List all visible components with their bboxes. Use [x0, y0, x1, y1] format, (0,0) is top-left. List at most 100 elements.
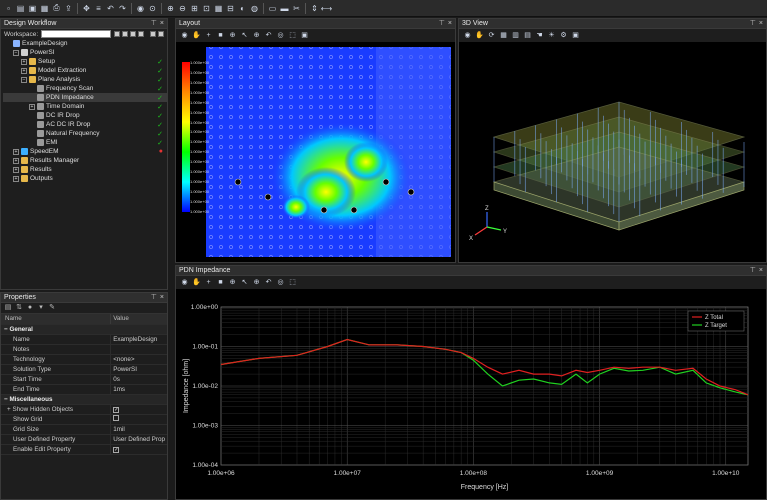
property-value-cell[interactable]	[110, 344, 167, 355]
zoom-icon[interactable]: ⊕	[228, 278, 237, 287]
zoom-fit-icon[interactable]: ⊡	[201, 3, 212, 14]
layers-icon[interactable]: ≡	[93, 3, 104, 14]
zoom-fit-icon[interactable]: ◎	[276, 278, 285, 287]
property-value-cell[interactable]: ExampleDesign	[110, 334, 167, 345]
pan-icon[interactable]: ✋	[192, 278, 201, 287]
stop-icon[interactable]: ■	[216, 31, 225, 40]
pin-icon[interactable]: ⊤	[439, 19, 445, 29]
property-category[interactable]: − Miscellaneous	[1, 394, 167, 405]
property-row[interactable]: Show Grid	[1, 414, 167, 425]
rotate-icon[interactable]: ⟳	[487, 31, 496, 40]
tree-item[interactable]: + Outputs	[3, 174, 167, 183]
property-value-cell[interactable]	[110, 414, 167, 425]
property-row[interactable]: Name ExampleDesign	[1, 334, 167, 345]
close-icon[interactable]: ×	[759, 19, 763, 29]
tree-item[interactable]: + Results	[3, 165, 167, 174]
property-row[interactable]: Solution Type PowerSI	[1, 364, 167, 375]
alphabetical-icon[interactable]: ⇅	[15, 304, 23, 312]
workspace-open-icon[interactable]	[122, 31, 128, 37]
expand-icon[interactable]: +	[13, 166, 19, 173]
tree-item[interactable]: Frequency Scan ✓	[3, 84, 167, 93]
zoom-prev-icon[interactable]: ↶	[264, 31, 273, 40]
property-value-cell[interactable]: 0s	[110, 374, 167, 385]
property-row[interactable]: Notes	[1, 344, 167, 355]
pdn-chart-area[interactable]: 1.00e+06 1.00e+07 1.00e+08 1.00e+09 1.00e+10…	[176, 289, 766, 499]
pin-icon[interactable]: ⊤	[750, 266, 756, 276]
collapse-icon[interactable]: −	[21, 76, 27, 83]
select-icon[interactable]: ◍	[249, 3, 260, 14]
property-value-cell[interactable]: PowerSI	[110, 364, 167, 375]
expand-icon[interactable]: +	[13, 157, 19, 164]
pencil-icon[interactable]: ✎	[48, 304, 56, 312]
property-checkbox[interactable]: ✓	[113, 446, 120, 453]
redo-icon[interactable]: ↷	[117, 3, 128, 14]
property-value-cell[interactable]: 1mil	[110, 424, 167, 435]
zoom-out-icon[interactable]: ⊖	[177, 3, 188, 14]
close-icon[interactable]: ×	[160, 293, 164, 303]
zoom-fit-icon[interactable]: ◎	[276, 31, 285, 40]
property-value-cell[interactable]: User Defined Prop	[110, 434, 167, 445]
zoom-window-icon[interactable]: ⬚	[288, 278, 297, 287]
property-category[interactable]: − General	[1, 324, 167, 335]
camera-icon[interactable]: ▣	[571, 31, 580, 40]
zoom-window-icon[interactable]: ⬚	[288, 31, 297, 40]
export-icon[interactable]: ⇪	[63, 3, 74, 14]
property-value-cell[interactable]: ✓	[110, 444, 167, 455]
workspace-settings-icon[interactable]	[150, 31, 156, 37]
add-icon[interactable]: +	[204, 31, 213, 40]
cross-probe-icon[interactable]: ✂	[291, 3, 302, 14]
view3d-canvas[interactable]: Z Y X	[459, 42, 766, 262]
pin-icon[interactable]: ⊤	[750, 19, 756, 29]
categorized-icon[interactable]: ▤	[4, 304, 12, 312]
pan-icon[interactable]: ▬	[279, 3, 290, 14]
save-all-icon[interactable]: ▦	[39, 3, 50, 14]
tree-item[interactable]: − Plane Analysis ✓	[3, 75, 167, 84]
fit-all-icon[interactable]: ▣	[300, 31, 309, 40]
new-icon[interactable]: ▫	[3, 3, 14, 14]
zoom-in-icon[interactable]: ⊕	[165, 3, 176, 14]
property-value-cell[interactable]: ✓	[110, 404, 167, 415]
grid-icon[interactable]: ▦	[213, 3, 224, 14]
pin-icon[interactable]: ⊤	[151, 293, 157, 303]
expand-icon[interactable]: +	[29, 103, 35, 110]
light-icon[interactable]: ☀	[547, 31, 556, 40]
hand-icon[interactable]: ☚	[535, 31, 544, 40]
property-checkbox[interactable]: ✓	[113, 406, 120, 413]
view-front-icon[interactable]: ▥	[511, 31, 520, 40]
filter-icon[interactable]: ▾	[37, 304, 45, 312]
pan-icon[interactable]: ✋	[475, 31, 484, 40]
tree-item[interactable]: Natural Frequency ✓	[3, 129, 167, 138]
open-icon[interactable]: ▤	[15, 3, 26, 14]
zoom-options-icon[interactable]: ◉	[463, 31, 472, 40]
net-icon[interactable]: ▭	[267, 3, 278, 14]
zoom-in-icon[interactable]: ⊕	[252, 31, 261, 40]
workspace-select[interactable]	[41, 30, 111, 38]
expand-icon[interactable]: +	[21, 67, 27, 74]
tree-item[interactable]: AC DC IR Drop ✓	[3, 120, 167, 129]
workspace-help-icon[interactable]	[158, 31, 164, 37]
settings-icon[interactable]: ⚙	[559, 31, 568, 40]
tree-item[interactable]: ExampleDesign	[3, 39, 167, 48]
undo-icon[interactable]: ↶	[105, 3, 116, 14]
close-icon[interactable]: ×	[759, 266, 763, 276]
select-icon[interactable]: ↖	[240, 31, 249, 40]
pan-icon[interactable]: ✋	[192, 31, 201, 40]
snap-icon[interactable]: ⊙	[147, 3, 158, 14]
zoom-in-icon[interactable]: ⊕	[252, 278, 261, 287]
highlight-icon[interactable]: ◐	[237, 3, 248, 14]
measure-icon[interactable]: ⊟	[225, 3, 236, 14]
tree-item[interactable]: + SpeedEM ●	[3, 147, 167, 156]
collapse-icon[interactable]: −	[13, 49, 19, 56]
select-icon[interactable]: ↖	[240, 278, 249, 287]
add-icon[interactable]: +	[204, 278, 213, 287]
property-row[interactable]: Grid Size 1mil	[1, 424, 167, 435]
zoom-window-icon[interactable]: ⊞	[189, 3, 200, 14]
property-row[interactable]: + Show Hidden Objects ✓	[1, 404, 167, 415]
stop-icon[interactable]: ■	[216, 278, 225, 287]
tree-item[interactable]: − PowerSI	[3, 48, 167, 57]
property-row[interactable]: Start Time 0s	[1, 374, 167, 385]
zoom-icon[interactable]: ⊕	[228, 31, 237, 40]
workspace-new-icon[interactable]	[114, 31, 120, 37]
pin-icon[interactable]: ⊤	[151, 19, 157, 29]
tree-item[interactable]: EMI ✓	[3, 138, 167, 147]
